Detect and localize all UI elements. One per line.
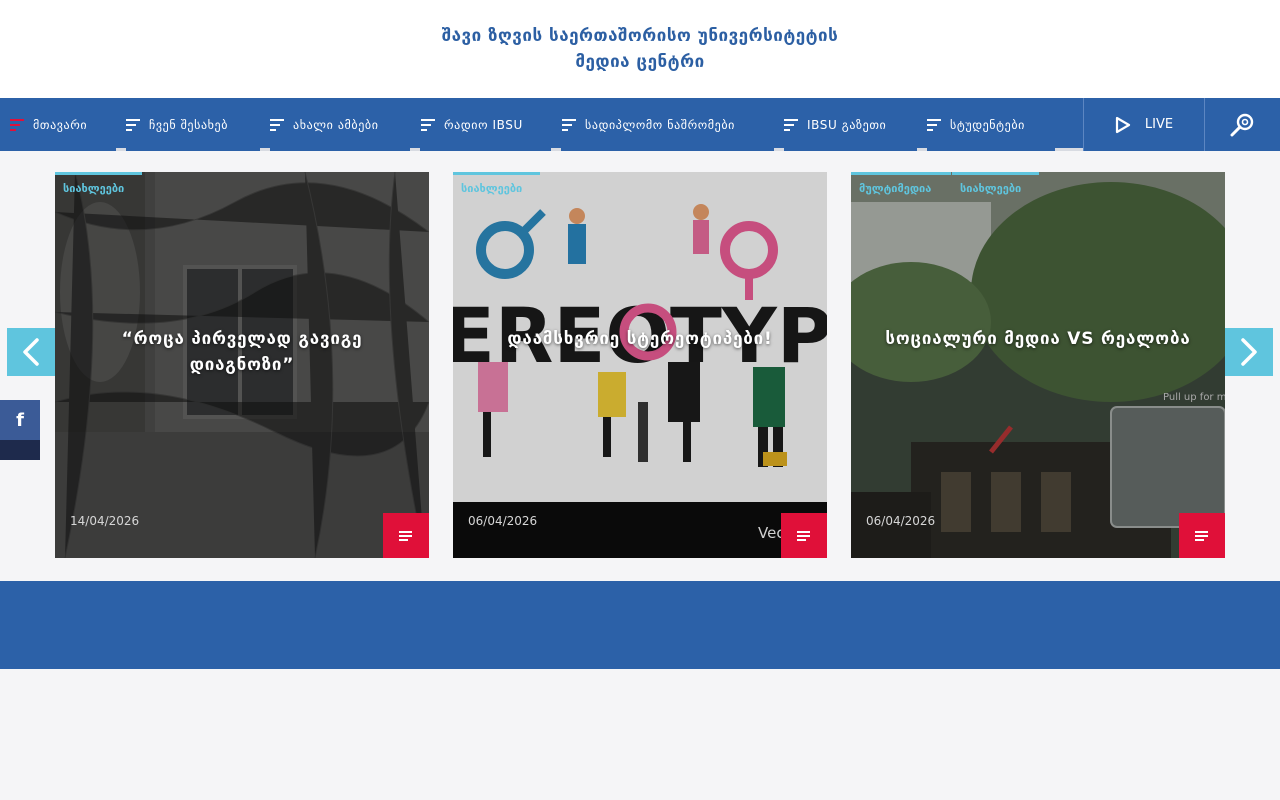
- category-tag[interactable]: სიახლეები: [952, 172, 1039, 202]
- news-card[interactable]: Pull up for m მულტიმედია სიახლეები სოცია…: [851, 172, 1225, 558]
- menu-icon: [421, 118, 435, 132]
- facebook-icon: f: [16, 409, 24, 431]
- search-button[interactable]: [1204, 98, 1280, 151]
- nav-item-label: სტუდენტები: [950, 117, 1025, 132]
- nav-item-theses[interactable]: სადიპლომო ნაშრომები: [562, 98, 735, 151]
- menu-icon: [927, 118, 941, 132]
- menu-icon: [270, 118, 284, 132]
- menu-icon: [10, 118, 24, 132]
- live-button[interactable]: LIVE: [1083, 98, 1205, 151]
- card-date: 06/04/2026: [866, 514, 936, 528]
- menu-icon: [562, 118, 576, 132]
- share-count: [0, 440, 40, 460]
- menu-icon: [784, 118, 798, 132]
- card-date: 14/04/2026: [70, 514, 140, 528]
- nav-item-label: ჩვენ შესახებ: [149, 117, 229, 132]
- site-header: შავი ზღვის საერთაშორისო უნივერსიტეტის მე…: [0, 0, 1280, 98]
- nav-item-students[interactable]: სტუდენტები: [927, 98, 1025, 151]
- facebook-share[interactable]: f: [0, 400, 40, 460]
- category-tag[interactable]: მულტიმედია: [851, 172, 951, 202]
- card-title[interactable]: სოციალური მედია VS რეალობა: [871, 326, 1205, 352]
- nav-item-label: რადიო IBSU: [444, 117, 523, 132]
- category-tag[interactable]: სიახლეები: [55, 172, 142, 202]
- nav-tab-marker: [774, 148, 784, 151]
- article-icon[interactable]: [1179, 513, 1225, 558]
- nav-item-radio[interactable]: რადიო IBSU: [421, 98, 523, 151]
- nav-tab-marker: [410, 148, 420, 151]
- nav-tab-marker: [260, 148, 270, 151]
- live-label: LIVE: [1144, 117, 1174, 132]
- nav-item-label: IBSU გაზეთი: [807, 117, 887, 132]
- card-title[interactable]: “როცა პირველად გავიგე დიაგნოზი”: [75, 326, 409, 378]
- chevron-right-icon: [1241, 338, 1257, 366]
- card-date: 06/04/2026: [468, 514, 538, 528]
- card-title[interactable]: დაამსხვრიე სტერეოტიპები!: [473, 326, 807, 352]
- menu-icon: [126, 118, 140, 132]
- nav-item-label: მთავარი: [33, 117, 88, 132]
- search-icon: [1230, 113, 1254, 136]
- nav-tab-marker: [551, 148, 561, 151]
- site-title-line1[interactable]: შავი ზღვის საერთაშორისო უნივერსიტეტის: [442, 23, 839, 49]
- news-card[interactable]: EREOTYP Vec სიახლეები დაამსხვრიე სტერეოტ…: [453, 172, 827, 558]
- card-image: Pull up for m: [851, 172, 1225, 558]
- chevron-left-icon: [23, 338, 39, 366]
- nav-item-label: ახალი ამბები: [293, 117, 379, 132]
- category-tag[interactable]: სიახლეები: [453, 172, 540, 202]
- nav-tab-marker: [917, 148, 927, 151]
- nav-item-home[interactable]: მთავარი: [10, 98, 87, 151]
- nav-item-newspaper[interactable]: IBSU გაზეთი: [784, 98, 886, 151]
- nav-item-about[interactable]: ჩვენ შესახებ: [126, 98, 228, 151]
- nav-item-news[interactable]: ახალი ამბები: [270, 98, 379, 151]
- article-icon[interactable]: [781, 513, 827, 558]
- news-card[interactable]: სიახლეები “როცა პირველად გავიგე დიაგნოზი…: [55, 172, 429, 558]
- nav-tab-marker: [116, 148, 126, 151]
- site-title-line2[interactable]: მედია ცენტრი: [575, 49, 704, 75]
- blue-band: [0, 581, 1280, 669]
- article-icon[interactable]: [383, 513, 429, 558]
- nav-tab-marker: [1055, 148, 1083, 151]
- nav-item-label: სადიპლომო ნაშრომები: [585, 117, 735, 132]
- carousel-prev-button[interactable]: [7, 328, 55, 376]
- carousel-next-button[interactable]: [1225, 328, 1273, 376]
- play-icon: [1115, 116, 1131, 133]
- card-image: EREOTYP Vec: [453, 172, 827, 558]
